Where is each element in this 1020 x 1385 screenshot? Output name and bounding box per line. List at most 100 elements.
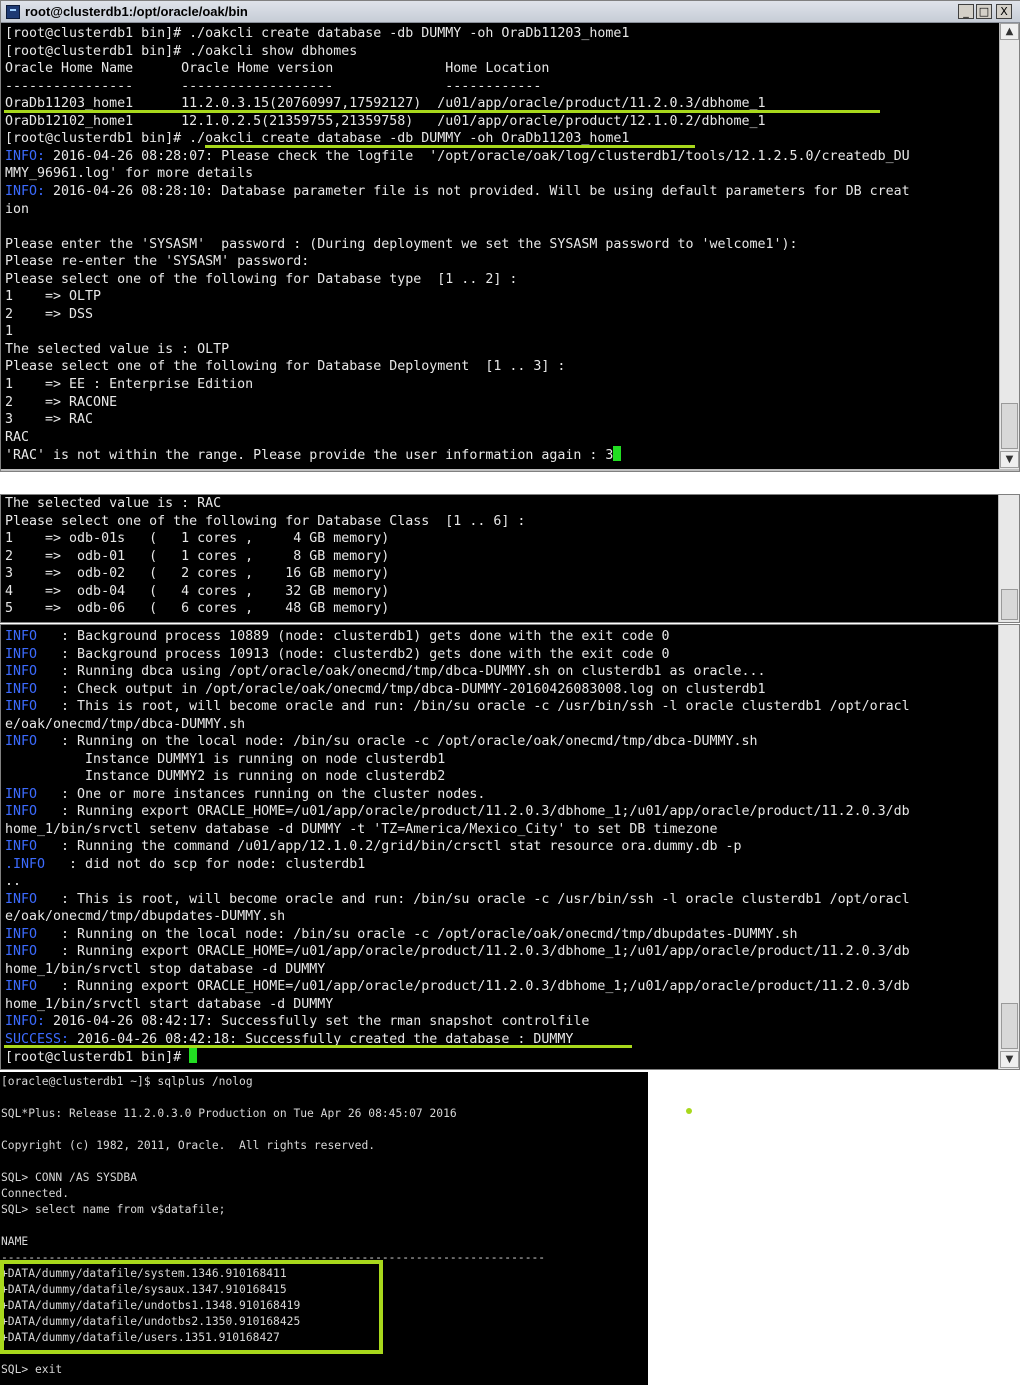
log-level-prefix: INFO xyxy=(5,979,38,995)
terminal-output-1[interactable]: [root@clusterdb1 bin]# ./oakcli create d… xyxy=(1,23,999,469)
line-text: : Running export ORACLE_HOME=/u01/app/or… xyxy=(37,979,910,995)
line-text: : Running export ORACLE_HOME=/u01/app/or… xyxy=(37,944,910,960)
terminal-line: [root@clusterdb1 bin]# xyxy=(5,1048,198,1067)
log-level-prefix: INFO xyxy=(5,891,38,907)
line-text: [root@clusterdb1 bin]# ./oakcli show dbh… xyxy=(5,43,358,59)
sqlplus-line: SQL> select name from v$datafile; xyxy=(1,1203,226,1216)
sqlplus-line: Copyright (c) 1982, 2011, Oracle. All ri… xyxy=(1,1139,376,1152)
terminal-line: INFO : This is root, will become oracle … xyxy=(5,698,910,716)
line-text: Please select one of the following for D… xyxy=(5,513,526,529)
line-text: RAC xyxy=(5,429,30,445)
terminal-line: The selected value is : RAC xyxy=(5,495,221,513)
line-text: [root@clusterdb1 bin]# xyxy=(5,1050,190,1066)
line-text: 2 => DSS xyxy=(5,306,94,322)
line-text: 3 => odb-02 ( 2 cores , 16 GB memory) xyxy=(5,566,390,581)
terminal-line: INFO : This is root, will become oracle … xyxy=(5,891,910,909)
log-level-prefix: INFO: xyxy=(5,1014,46,1030)
line-text: : did not do scp for node: clusterdb1 xyxy=(45,856,366,872)
scrollbar-thumb[interactable] xyxy=(1001,589,1018,620)
maximize-button[interactable]: □ xyxy=(976,4,992,19)
vertical-scrollbar[interactable] xyxy=(998,495,1019,622)
log-level-prefix: INFO xyxy=(5,839,38,855)
terminal-line: ion xyxy=(5,201,29,219)
line-text: 2016-04-26 08:28:07: Please check the lo… xyxy=(45,148,910,164)
line-text: MMY_96961.log' for more details xyxy=(5,166,254,182)
terminal-line: e/oak/onecmd/tmp/dbca-DUMMY.sh xyxy=(5,716,245,734)
line-text: home_1/bin/srvctl setenv database -d DUM… xyxy=(5,821,718,837)
line-text: 1 => OLTP xyxy=(5,289,102,305)
terminal-line: Please select one of the following for D… xyxy=(5,271,517,289)
log-level-prefix: INFO xyxy=(5,699,38,715)
terminal-line: Instance DUMMY2 is running on node clust… xyxy=(5,768,445,786)
terminal-output-2[interactable]: The selected value is : RAC Please select… xyxy=(1,495,998,622)
terminal-line: 5 => odb-06 ( 6 cores , 48 GB memory) xyxy=(5,600,389,618)
log-level-prefix: INFO xyxy=(5,734,38,750)
vertical-scrollbar[interactable]: ▼ xyxy=(998,625,1019,1069)
log-level-prefix: INFO: xyxy=(5,183,46,199)
sqlplus-line: SQL> exit xyxy=(1,1363,63,1376)
sqlplus-line: SQL*Plus: Release 11.2.0.3.0 Production … xyxy=(1,1107,457,1120)
window-titlebar[interactable]: root@clusterdb1:/opt/oracle/oak/bin _ □ … xyxy=(1,1,1020,23)
line-text: home_1/bin/srvctl start database -d DUMM… xyxy=(5,996,334,1012)
scroll-down-arrow-icon[interactable]: ▼ xyxy=(1000,1051,1019,1068)
line-text: 2 => RACONE xyxy=(5,394,118,410)
log-level-prefix: INFO xyxy=(5,646,38,662)
terminal-line: INFO : Running on the local node: /bin/s… xyxy=(5,926,798,944)
line-text: : Running dbca using /opt/oracle/oak/one… xyxy=(37,664,766,680)
terminal-line: INFO : Running the command /u01/app/12.1… xyxy=(5,838,742,856)
line-text: : Running on the local node: /bin/su ora… xyxy=(37,734,758,750)
terminal-window-2: The selected value is : RAC Please select… xyxy=(0,494,1020,623)
scroll-up-arrow-icon[interactable]: ▲ xyxy=(1000,23,1019,40)
close-button[interactable]: X xyxy=(996,4,1012,19)
line-text: : One or more instances running on the c… xyxy=(37,786,486,802)
line-text: : This is root, will become oracle and r… xyxy=(37,891,910,907)
terminal-line: home_1/bin/srvctl start database -d DUMM… xyxy=(5,996,333,1014)
terminal-line: home_1/bin/srvctl setenv database -d DUM… xyxy=(5,821,717,839)
log-level-prefix: INFO xyxy=(5,804,38,820)
terminal-line: The selected value is : OLTP xyxy=(5,341,229,359)
terminal-line: .INFO : did not do scp for node: cluster… xyxy=(5,856,365,874)
terminal-line: 3 => RAC xyxy=(5,411,93,429)
scrollbar-thumb[interactable] xyxy=(1001,1003,1018,1049)
line-text: Please select one of the following for D… xyxy=(5,271,518,287)
terminal-line: INFO : Running dbca using /opt/oracle/oa… xyxy=(5,663,766,681)
line-text: Instance DUMMY2 is running on node clust… xyxy=(5,769,446,785)
line-text: : Running export ORACLE_HOME=/u01/app/or… xyxy=(37,804,910,820)
line-text: e/oak/onecmd/tmp/dbca-DUMMY.sh xyxy=(5,716,246,732)
line-text: ---------------- ------------------- ---… xyxy=(5,78,542,94)
text-cursor xyxy=(189,1048,198,1064)
line-text: 1 => odb-01s ( 1 cores , 4 GB memory) xyxy=(5,531,390,546)
terminal-line: 'RAC' is not within the range. Please pr… xyxy=(5,446,622,465)
line-text: Instance DUMMY1 is running on node clust… xyxy=(5,751,446,767)
line-text: 1 => EE : Enterprise Edition xyxy=(5,377,254,392)
terminal-line: Please enter the 'SYSASM' password : (Du… xyxy=(5,236,798,254)
scroll-down-arrow-icon[interactable]: ▼ xyxy=(1000,451,1019,468)
terminal-line: 1 => odb-01s ( 1 cores , 4 GB memory) xyxy=(5,530,389,548)
terminal-line: 2 => odb-01 ( 1 cores , 8 GB memory) xyxy=(5,548,389,566)
scrollbar-thumb[interactable] xyxy=(1001,403,1018,449)
line-text: ion xyxy=(5,201,30,217)
log-level-prefix: INFO xyxy=(5,664,38,680)
terminal-line: [root@clusterdb1 bin]# ./oakcli show dbh… xyxy=(5,43,357,61)
line-text: : Background process 10889 (node: cluste… xyxy=(37,629,670,644)
terminal-line: 1 xyxy=(5,323,13,341)
terminal-line: INFO : Background process 10913 (node: c… xyxy=(5,646,669,664)
highlight-underline-success xyxy=(4,1045,632,1048)
minimize-button[interactable]: _ xyxy=(958,4,974,19)
sqlplus-line: SQL> CONN /AS SYSDBA xyxy=(1,1171,138,1184)
line-text: OraDb11203_home1 11.2.0.3.15(20760997,17… xyxy=(5,96,766,112)
sqlplus-line: Connected. xyxy=(1,1187,70,1200)
vertical-scrollbar[interactable]: ▲ ▼ xyxy=(999,23,1019,469)
terminal-output-3[interactable]: INFO : Background process 10889 (node: c… xyxy=(1,625,998,1069)
line-text: 'RAC' is not within the range. Please pr… xyxy=(5,448,614,464)
highlight-underline-command xyxy=(205,145,695,148)
line-text: Please select one of the following for D… xyxy=(5,359,566,375)
terminal-line: home_1/bin/srvctl stop database -d DUMMY xyxy=(5,961,325,979)
line-text: : Background process 10913 (node: cluste… xyxy=(37,646,670,662)
terminal-line: Please select one of the following for D… xyxy=(5,513,525,531)
line-text: 4 => odb-04 ( 4 cores , 32 GB memory) xyxy=(5,583,390,599)
highlight-dot xyxy=(686,1108,692,1114)
terminal-line: e/oak/onecmd/tmp/dbupdates-DUMMY.sh xyxy=(5,908,285,926)
terminal-line: INFO : Running export ORACLE_HOME=/u01/a… xyxy=(5,803,910,821)
line-text: 2 => odb-01 ( 1 cores , 8 GB memory) xyxy=(5,548,390,564)
